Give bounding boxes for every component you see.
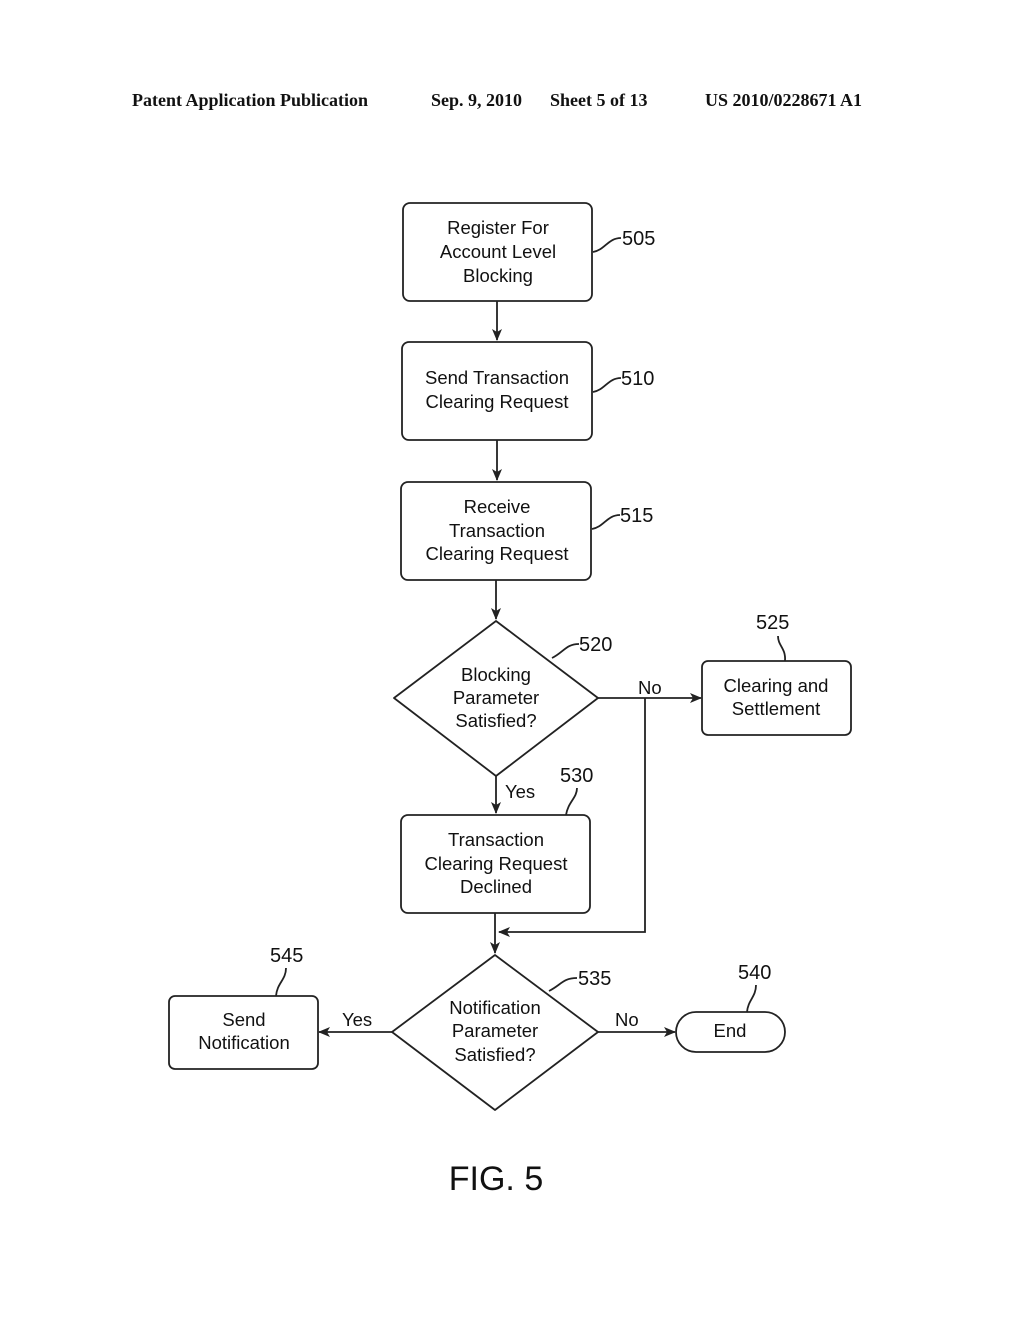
node-540-end: End xyxy=(675,1011,786,1053)
ref-505: 505 xyxy=(622,228,655,250)
node-520-blocking-decision: Blocking Parameter Satisfied? xyxy=(393,620,599,777)
edge-label-535-yes: Yes xyxy=(342,1009,372,1030)
ref-535: 535 xyxy=(578,968,611,990)
node-545-line-1: Send xyxy=(222,1009,265,1030)
node-520-line-2: Parameter xyxy=(453,687,539,708)
ref-530: 530 xyxy=(560,765,593,787)
ref-leader-510 xyxy=(592,377,622,393)
ref-525: 525 xyxy=(756,612,789,634)
node-520-line-3: Satisfied? xyxy=(455,710,536,731)
node-535-line-3: Satisfied? xyxy=(454,1044,535,1065)
node-515-line-1: Receive xyxy=(464,496,531,517)
ref-510: 510 xyxy=(621,368,654,390)
node-510-line-1: Send Transaction xyxy=(425,367,569,388)
ref-540: 540 xyxy=(738,962,771,984)
ref-leader-545 xyxy=(275,967,287,997)
node-530-line-1: Transaction xyxy=(448,829,544,850)
node-530-line-2: Clearing Request xyxy=(425,853,568,874)
figure-label: FIG. 5 xyxy=(449,1160,543,1198)
ref-leader-520 xyxy=(551,643,580,659)
node-525-line-1: Clearing and xyxy=(724,675,829,696)
edge-label-520-no: No xyxy=(638,677,662,698)
node-525-clearing-settlement: Clearing and Settlement xyxy=(701,660,852,736)
node-540-line-1: End xyxy=(714,1020,747,1041)
flowchart: Register For Account Level Blocking 505 … xyxy=(168,202,852,1198)
node-515-line-3: Clearing Request xyxy=(426,543,569,564)
ref-leader-515 xyxy=(591,514,621,530)
node-530-line-3: Declined xyxy=(460,876,532,897)
node-505-register-blocking: Register For Account Level Blocking xyxy=(402,202,593,302)
node-515-line-2: Transaction xyxy=(449,520,545,541)
ref-leader-530 xyxy=(565,787,578,816)
node-535-notification-decision: Notification Parameter Satisfied? xyxy=(391,954,599,1111)
ref-leader-540 xyxy=(746,984,757,1013)
node-530-request-declined: Transaction Clearing Request Declined xyxy=(400,814,591,914)
edge-label-535-no: No xyxy=(615,1009,639,1030)
node-505-line-1: Register For xyxy=(447,217,549,238)
ref-leader-535 xyxy=(548,977,578,992)
node-510-send-request: Send Transaction Clearing Request xyxy=(401,341,593,441)
ref-515: 515 xyxy=(620,505,653,527)
node-515-receive-request: Receive Transaction Clearing Request xyxy=(400,481,592,581)
node-535-line-2: Parameter xyxy=(452,1020,538,1041)
node-520-line-1: Blocking xyxy=(461,664,531,685)
ref-545: 545 xyxy=(270,945,303,967)
node-535-line-1: Notification xyxy=(449,997,541,1018)
node-525-line-2: Settlement xyxy=(732,698,820,719)
node-510-line-2: Clearing Request xyxy=(426,391,569,412)
node-545-send-notification: Send Notification xyxy=(168,995,319,1070)
edge-label-520-yes: Yes xyxy=(505,781,535,802)
ref-leader-525 xyxy=(777,635,786,662)
node-505-line-2: Account Level xyxy=(440,241,556,262)
ref-520: 520 xyxy=(579,634,612,656)
ref-leader-505 xyxy=(592,237,622,253)
node-505-line-3: Blocking xyxy=(463,265,533,286)
node-545-line-2: Notification xyxy=(198,1032,290,1053)
